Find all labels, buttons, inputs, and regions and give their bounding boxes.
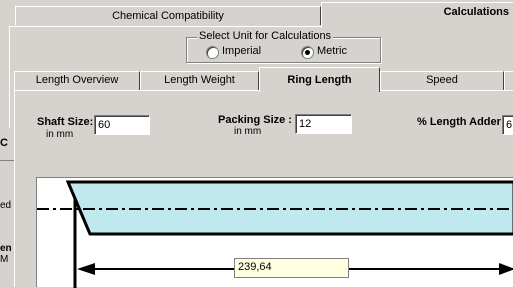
tab-calculations[interactable]: Calculations <box>321 2 513 28</box>
tab-chemical-compatibility[interactable]: Chemical Compatibility <box>15 6 321 25</box>
dimension-arrow-left <box>77 263 95 275</box>
tab-chemical-compatibility-label: Chemical Compatibility <box>112 10 224 22</box>
packing-size-input[interactable] <box>295 114 352 134</box>
dimension-arrow-right <box>499 263 513 275</box>
metric-label: Metric <box>317 45 347 57</box>
fragment-divider <box>0 160 14 161</box>
packing-size-unit: in mm <box>234 126 262 137</box>
background-window-fragment: C ed en M <box>0 128 15 287</box>
tab-length-weight[interactable]: Length Weight <box>140 71 259 90</box>
metric-radio[interactable] <box>301 46 314 59</box>
unit-group-legend: Select Unit for Calculations <box>197 30 334 42</box>
shaft-size-unit: in mm <box>46 129 74 140</box>
tab-length-overview-label: Length Overview <box>35 74 119 86</box>
fragment-text-m: M <box>0 254 9 265</box>
fragment-text-c: C <box>0 137 8 149</box>
tab-ring-length[interactable]: Ring Length <box>259 67 380 92</box>
tab-clipped[interactable] <box>504 71 513 90</box>
ring-length-result: 239,64 <box>234 258 349 278</box>
tab-speed[interactable]: Speed <box>380 71 504 90</box>
fragment-text-en: en <box>0 243 12 254</box>
shaft-size-label: Shaft Size: <box>37 116 94 128</box>
tab-length-overview[interactable]: Length Overview <box>14 71 140 90</box>
imperial-radio[interactable] <box>206 46 219 59</box>
imperial-label: Imperial <box>222 45 262 57</box>
tab-length-weight-label: Length Weight <box>164 74 235 86</box>
shaft-size-input[interactable] <box>94 115 150 135</box>
tab-ring-length-label: Ring Length <box>287 74 352 86</box>
packing-size-label: Packing Size : <box>218 114 292 126</box>
tab-speed-label: Speed <box>426 74 458 86</box>
length-adder-label: % Length Adder : <box>417 116 508 128</box>
tab-calculations-label: Calculations <box>443 6 509 18</box>
fragment-text-ed: ed <box>0 200 12 211</box>
length-adder-input[interactable] <box>502 115 513 135</box>
